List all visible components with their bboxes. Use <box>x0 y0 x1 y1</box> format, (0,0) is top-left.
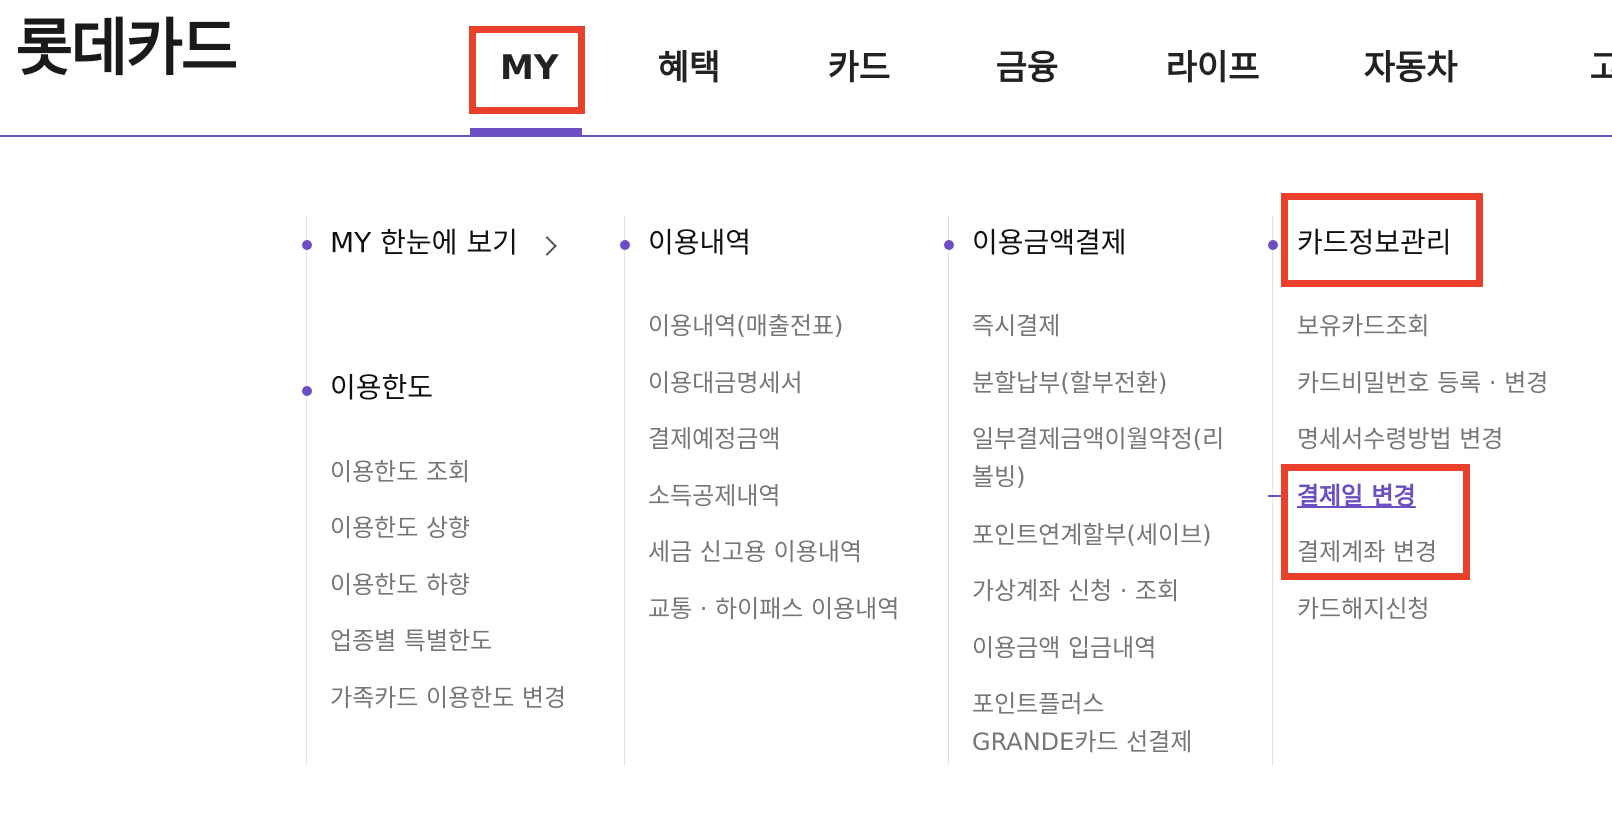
menu-payment-title[interactable]: 이용금액결제 <box>972 225 1127 261</box>
menu-link-tax-deduction[interactable]: 소득공제내역 <box>648 477 780 515</box>
menu-link-usage-history[interactable]: 이용내역(매출전표) <box>648 307 843 345</box>
gnb-overflow-item[interactable]: 고 <box>1590 46 1612 90</box>
menu-link-owned-cards[interactable]: 보유카드조회 <box>1297 307 1429 345</box>
column-divider <box>948 216 949 766</box>
menu-link-scheduled-amount[interactable]: 결제예정금액 <box>648 420 780 458</box>
menu-link-payment-account[interactable]: 결제계좌 변경 <box>1297 533 1437 571</box>
bullet-dot-icon <box>302 240 312 250</box>
gnb-finance[interactable]: 금융 <box>996 46 1059 90</box>
gnb-my[interactable]: MY <box>500 46 558 90</box>
gnb-divider <box>0 135 1612 137</box>
menu-link-card-cancel[interactable]: 카드해지신청 <box>1297 590 1429 628</box>
menu-link-installment[interactable]: 분할납부(할부전환) <box>972 364 1167 402</box>
menu-link-family-limit[interactable]: 가족카드 이용한도 변경 <box>330 679 566 717</box>
page: 롯데카드 MY 혜택 카드 금융 라이프 자동차 고 MY 한눈에 보기 이용한… <box>0 0 1612 824</box>
menu-link-card-pin[interactable]: 카드비밀번호 등록 · 변경 <box>1297 364 1548 402</box>
column-divider <box>1272 216 1273 766</box>
menu-link-statement[interactable]: 이용대금명세서 <box>648 364 803 402</box>
menu-link-limit-inquiry[interactable]: 이용한도 조회 <box>330 453 470 491</box>
menu-link-transport-hipass[interactable]: 교통 · 하이패스 이용내역 <box>648 590 899 628</box>
menu-my-overview[interactable]: MY 한눈에 보기 <box>330 225 518 261</box>
gnb-benefit[interactable]: 혜택 <box>658 46 721 90</box>
menu-link-point-installment[interactable]: 포인트연계할부(세이브) <box>972 516 1212 554</box>
menu-limit-title[interactable]: 이용한도 <box>330 370 433 406</box>
column-divider <box>306 216 307 766</box>
menu-link-limit-decrease[interactable]: 이용한도 하향 <box>330 566 470 604</box>
gnb-life[interactable]: 라이프 <box>1166 46 1260 90</box>
menu-link-deposit-history[interactable]: 이용금액 입금내역 <box>972 629 1156 667</box>
menu-link-revolving[interactable]: 일부결제금액이월약정(리볼빙) <box>972 420 1240 497</box>
active-link-indicator <box>1268 495 1286 497</box>
bullet-dot-icon <box>620 240 630 250</box>
menu-usage-title[interactable]: 이용내역 <box>648 225 751 261</box>
menu-link-statement-method[interactable]: 명세서수령방법 변경 <box>1297 420 1503 458</box>
bullet-dot-icon <box>1268 240 1278 250</box>
bullet-dot-icon <box>302 386 312 396</box>
menu-link-grande-prepay[interactable]: 포인트플러스 GRANDE카드 선결제 <box>972 685 1212 762</box>
lotte-card-logo[interactable]: 롯데카드 <box>16 13 238 82</box>
gnb-card[interactable]: 카드 <box>828 46 891 90</box>
menu-link-limit-increase[interactable]: 이용한도 상향 <box>330 509 470 547</box>
menu-link-special-limit[interactable]: 업종별 특별한도 <box>330 622 492 660</box>
bullet-dot-icon <box>944 240 954 250</box>
column-divider <box>624 216 625 766</box>
menu-link-tax-report[interactable]: 세금 신고용 이용내역 <box>648 533 862 571</box>
menu-card-info-title[interactable]: 카드정보관리 <box>1297 225 1452 261</box>
chevron-right-icon[interactable] <box>537 236 557 256</box>
gnb-auto[interactable]: 자동차 <box>1364 46 1458 90</box>
menu-link-payment-date[interactable]: 결제일 변경 <box>1297 477 1416 515</box>
menu-link-instant-payment[interactable]: 즉시결제 <box>972 307 1060 345</box>
menu-link-virtual-account[interactable]: 가상계좌 신청 · 조회 <box>972 572 1179 610</box>
